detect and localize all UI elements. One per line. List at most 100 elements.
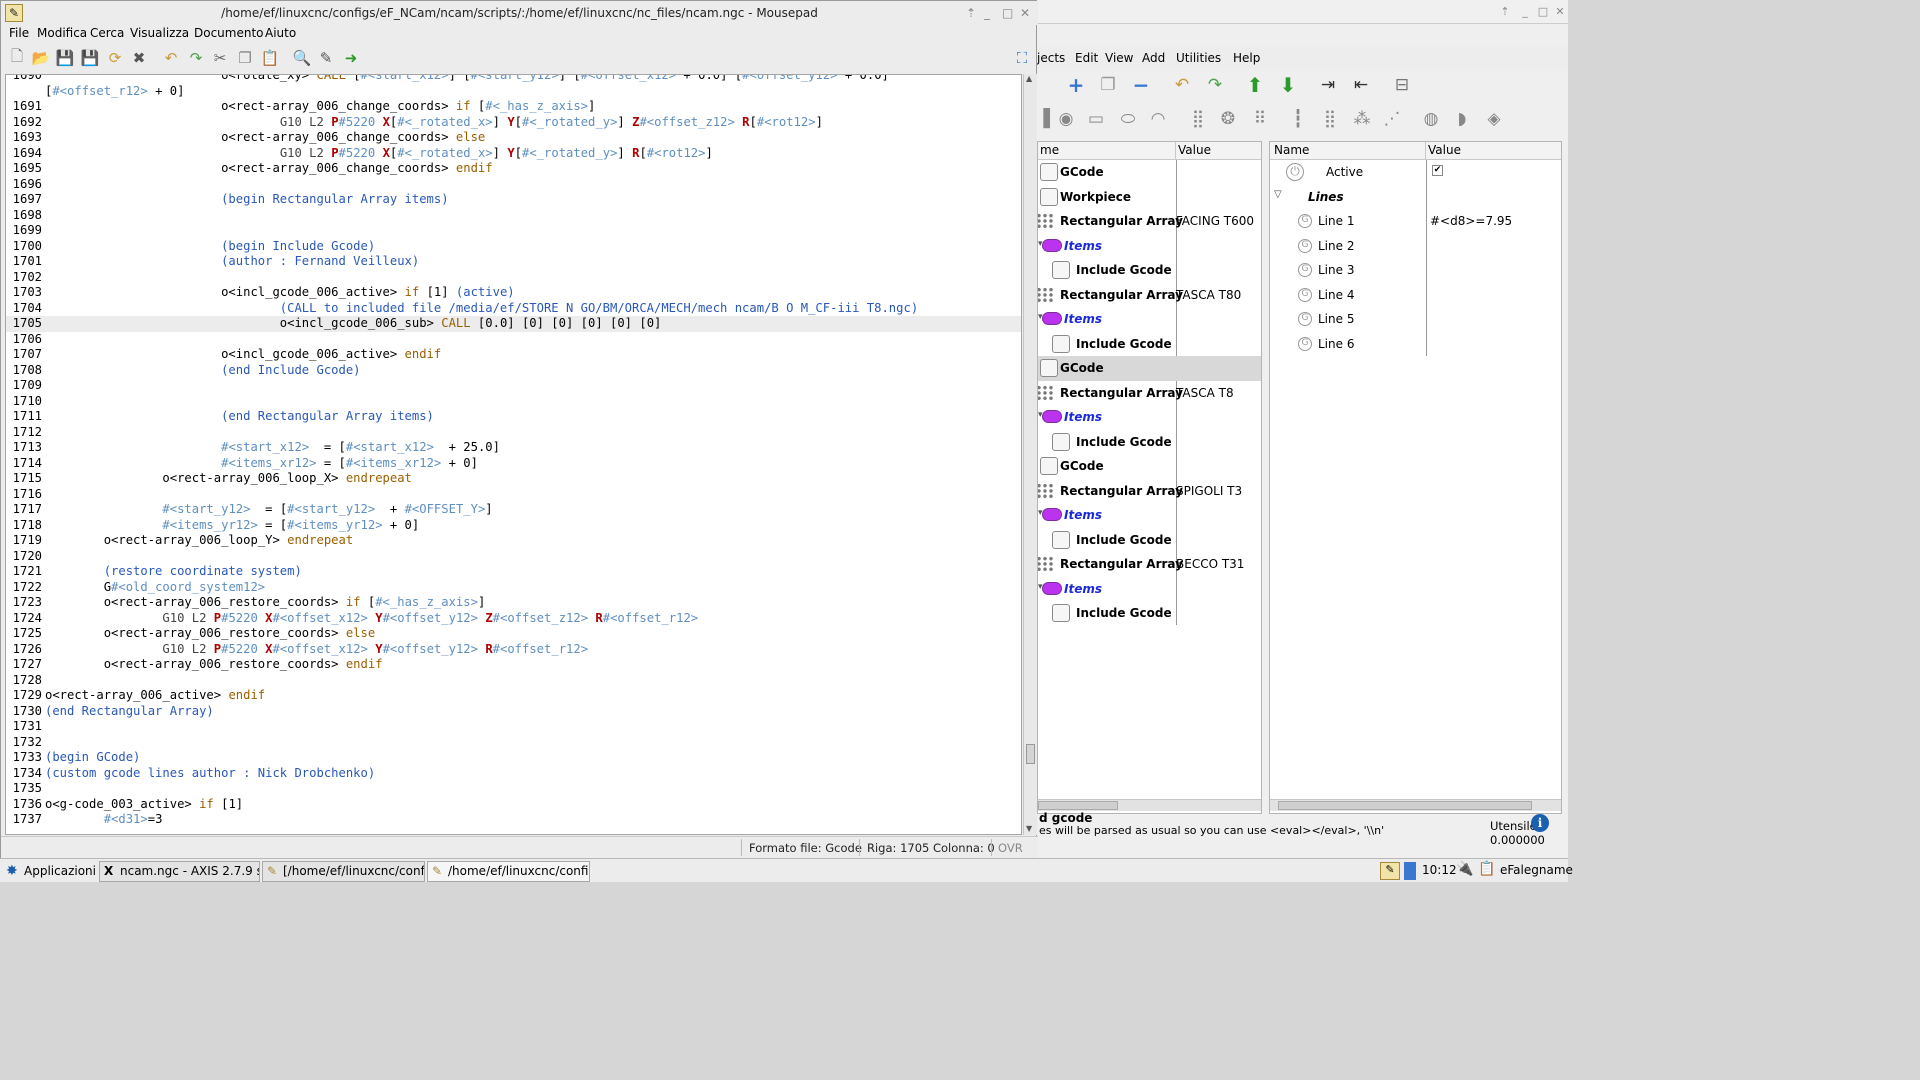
maximize-icon[interactable]: □: [1536, 5, 1550, 19]
undo-icon[interactable]: ↶: [161, 48, 181, 68]
tree-row[interactable]: Include Gcode: [1038, 258, 1261, 283]
open-file-icon[interactable]: 📂: [31, 48, 51, 68]
code-line[interactable]: 1717 #<start_y12> = [#<start_y12> + #<OF…: [6, 502, 1021, 518]
up-arrow-icon[interactable]: ⇡: [966, 1, 976, 25]
drill-grid-icon[interactable]: ⣿: [1317, 106, 1343, 132]
tree-row[interactable]: Include Gcode: [1038, 528, 1261, 553]
reload-icon[interactable]: ⟳: [105, 48, 125, 68]
tree-header-name[interactable]: me: [1038, 142, 1176, 160]
duplicate-icon[interactable]: ❐: [1095, 72, 1121, 98]
code-line[interactable]: 1696: [6, 177, 1021, 193]
tree-row[interactable]: ▾ Items: [1038, 307, 1261, 332]
tree-row[interactable]: Rectangular Array SPIGOLI T3: [1038, 479, 1261, 504]
info-icon[interactable]: i: [1531, 814, 1549, 832]
menu-view[interactable]: View: [1105, 51, 1133, 65]
tree-row[interactable]: Workpiece: [1038, 185, 1261, 210]
redo-icon[interactable]: ↷: [1202, 72, 1228, 98]
menu-help[interactable]: Help: [1233, 51, 1260, 65]
code-line[interactable]: 1694 G10 L2 P#5220 X[#<_rotated_x>] Y[#<…: [6, 146, 1021, 162]
active-checkbox[interactable]: ✔: [1432, 165, 1443, 176]
code-line[interactable]: 1698: [6, 208, 1021, 224]
status-overwrite-mode[interactable]: OVR: [998, 841, 1023, 855]
copy-icon[interactable]: ❐: [235, 48, 255, 68]
code-line[interactable]: 1737 #<d31>=3: [6, 812, 1021, 828]
code-line[interactable]: 1702: [6, 270, 1021, 286]
rect-array-icon[interactable]: ⣿: [1185, 106, 1211, 132]
code-line[interactable]: 1733 (begin GCode): [6, 750, 1021, 766]
user-name[interactable]: eFalegname: [1500, 863, 1573, 877]
redo-icon[interactable]: ↷: [186, 48, 206, 68]
circle-icon[interactable]: ◉: [1053, 106, 1079, 132]
props-line-row[interactable]: G Line 6: [1270, 332, 1561, 357]
drill-circle-icon[interactable]: ⁂: [1349, 106, 1375, 132]
code-line[interactable]: 1706: [6, 332, 1021, 348]
code-line[interactable]: 1734 (custom gcode lines author : Nick Dr…: [6, 766, 1021, 782]
indent-icon[interactable]: ⇥: [1315, 72, 1341, 98]
task-axis[interactable]: X ncam.ngc - AXIS 2.7.9 s...: [99, 861, 260, 882]
clipboard-icon[interactable]: 📋: [1478, 861, 1495, 877]
menu-objects[interactable]: jects: [1037, 51, 1065, 65]
goto-line-icon[interactable]: ➜: [341, 48, 361, 68]
tree-row[interactable]: Include Gcode: [1038, 430, 1261, 455]
code-line[interactable]: 1728: [6, 673, 1021, 689]
grid-array-icon[interactable]: ⠿: [1247, 106, 1273, 132]
code-line[interactable]: 1718 #<items_yr12> = [#<items_yr12> + 0]: [6, 518, 1021, 534]
close-file-icon[interactable]: ✖: [129, 48, 149, 68]
code-line[interactable]: 1729 o<rect-array_006_active> endif: [6, 688, 1021, 704]
close-icon[interactable]: ✕: [1553, 5, 1567, 19]
code-line[interactable]: 1724 G10 L2 P#5220 X#<offset_x12> Y#<off…: [6, 611, 1021, 627]
code-line[interactable]: 1707 o<incl_gcode_006_active> endif: [6, 347, 1021, 363]
code-line[interactable]: 1693 o<rect-array_006_change_coords> els…: [6, 130, 1021, 146]
expand-arrow-icon[interactable]: ▾: [1038, 582, 1043, 592]
code-line[interactable]: 1710: [6, 394, 1021, 410]
network-icon[interactable]: 🔌: [1456, 861, 1473, 877]
code-view[interactable]: 1690 o<rotate_xy> CALL [#<start_x12>] [#…: [5, 74, 1022, 835]
close-icon[interactable]: ✕: [1020, 1, 1030, 25]
collapse-icon[interactable]: ⊟: [1389, 72, 1415, 98]
code-line[interactable]: 1727 o<rect-array_006_restore_coords> en…: [6, 657, 1021, 673]
engrave-icon[interactable]: ◗: [1449, 106, 1475, 132]
tree-row[interactable]: Rectangular Array TASCA T8: [1038, 381, 1261, 406]
tree-row[interactable]: GCode: [1038, 356, 1261, 381]
code-line[interactable]: 1704 (CALL to included file /media/ef/ST…: [6, 301, 1021, 317]
save-icon[interactable]: 💾: [55, 48, 75, 68]
editor-vscroll-thumb[interactable]: [1026, 744, 1035, 764]
code-line[interactable]: 1703 o<incl_gcode_006_active> if [1] (ac…: [6, 285, 1021, 301]
menu-edit[interactable]: Edit: [1075, 51, 1098, 65]
code-line[interactable]: 1736 o<g-code_003_active> if [1]: [6, 797, 1021, 813]
menu-file[interactable]: File: [9, 26, 29, 40]
task-mousepad-1[interactable]: ✎ [/home/ef/linuxcnc/confi...: [262, 861, 425, 882]
code-line[interactable]: 1730 (end Rectangular Array): [6, 704, 1021, 720]
tree-row[interactable]: Rectangular Array BECCO T31: [1038, 552, 1261, 577]
code-line[interactable]: 1732: [6, 735, 1021, 751]
props-hscrollbar[interactable]: [1270, 799, 1561, 811]
code-line[interactable]: 1712: [6, 425, 1021, 441]
code-line[interactable]: 1721 (restore coordinate system): [6, 564, 1021, 580]
clock[interactable]: 10:12: [1422, 863, 1457, 877]
find-replace-icon[interactable]: ✎: [316, 48, 336, 68]
menu-aiuto[interactable]: Aiuto: [265, 26, 296, 40]
tree-header-value[interactable]: Value: [1176, 142, 1261, 160]
scroll-down-icon[interactable]: ▼: [1026, 824, 1032, 833]
tree-row[interactable]: GCode: [1038, 160, 1261, 185]
expand-arrow-icon[interactable]: ▾: [1038, 410, 1043, 420]
props-line-row[interactable]: G Line 1 #<d8>=7.95: [1270, 209, 1561, 234]
code-line[interactable]: [#<offset_r12> + 0]: [6, 84, 1021, 100]
move-up-icon[interactable]: ⬆: [1242, 72, 1268, 98]
tree-row[interactable]: Include Gcode: [1038, 332, 1261, 357]
code-line[interactable]: 1690 o<rotate_xy> CALL [#<start_x12>] [#…: [6, 75, 1021, 84]
props-line-row[interactable]: G Line 3: [1270, 258, 1561, 283]
add-icon[interactable]: +: [1063, 72, 1089, 98]
tree-row[interactable]: ▾ Items: [1038, 405, 1261, 430]
expand-arrow-icon[interactable]: ▽: [1274, 189, 1282, 200]
code-line[interactable]: 1711 (end Rectangular Array items): [6, 409, 1021, 425]
code-line[interactable]: 1709: [6, 378, 1021, 394]
maximize-icon[interactable]: □: [1002, 1, 1013, 25]
menu-cerca[interactable]: Cerca: [90, 26, 124, 40]
props-line-row[interactable]: G Line 2: [1270, 234, 1561, 259]
props-header-name[interactable]: Name: [1270, 142, 1426, 160]
props-line-row[interactable]: G Line 5: [1270, 307, 1561, 332]
arc-icon[interactable]: ◠: [1145, 106, 1171, 132]
undo-icon[interactable]: ↶: [1169, 72, 1195, 98]
tree-row[interactable]: ▾ Items: [1038, 234, 1261, 259]
